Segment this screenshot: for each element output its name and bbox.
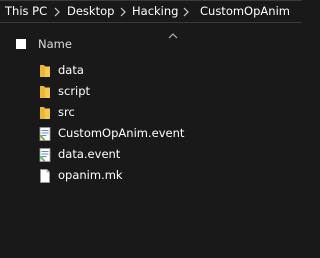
list-item[interactable]: data.event: [30, 145, 230, 165]
chevron-right-icon[interactable]: [52, 6, 62, 18]
file-name: opanim.mk: [58, 168, 123, 182]
list-item[interactable]: script: [30, 82, 230, 102]
file-name: CustomOpAnim.event: [58, 126, 185, 140]
file-name: src: [58, 105, 75, 119]
list-item[interactable]: src: [30, 103, 230, 123]
file-name: data: [58, 63, 84, 77]
event-file-icon: [37, 126, 53, 142]
list-item[interactable]: CustomOpAnim.event: [30, 124, 230, 144]
blank-file-icon: [37, 168, 53, 184]
list-item[interactable]: data: [30, 61, 230, 81]
folder-icon: [37, 105, 53, 121]
breadcrumb-customopanim[interactable]: CustomOpAnim: [200, 4, 290, 19]
address-bar[interactable]: This PC Desktop Hacking CustomOpAnim: [0, 0, 302, 23]
column-header-row: Name: [0, 34, 302, 56]
column-header-name[interactable]: Name: [38, 37, 72, 52]
select-all-checkbox[interactable]: [16, 39, 26, 49]
file-name: script: [58, 84, 91, 98]
list-item[interactable]: opanim.mk: [30, 166, 230, 186]
breadcrumb-desktop[interactable]: Desktop: [67, 4, 114, 19]
chevron-up-icon: [168, 25, 178, 39]
folder-icon: [37, 63, 53, 79]
breadcrumb-hacking[interactable]: Hacking: [132, 4, 178, 19]
chevron-right-icon[interactable]: [118, 6, 128, 18]
breadcrumb-this-pc[interactable]: This PC: [5, 4, 47, 19]
chevron-right-icon[interactable]: [181, 6, 191, 18]
folder-icon: [37, 84, 53, 100]
event-file-icon: [37, 147, 53, 163]
file-name: data.event: [58, 147, 121, 161]
